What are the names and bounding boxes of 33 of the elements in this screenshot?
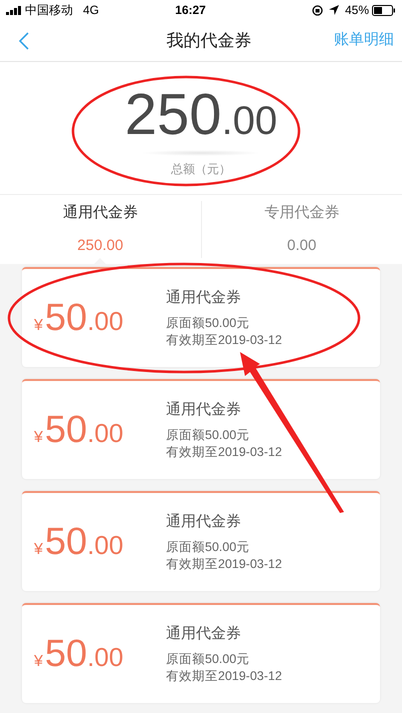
voucher-card[interactable]: ¥50.00 通用代金券 原面额50.00元 有效期至2019-03-12 [22, 603, 380, 703]
voucher-amount: ¥50.00 [33, 523, 124, 561]
voucher-expiry: 有效期至2019-03-12 [166, 444, 282, 462]
voucher-title: 通用代金券 [166, 288, 242, 308]
voucher-amount: ¥50.00 [33, 411, 124, 449]
voucher-expiry: 有效期至2019-03-12 [166, 332, 282, 350]
voucher-card[interactable]: ¥50.00 通用代金券 原面额50.00元 有效期至2019-03-12 [22, 379, 380, 479]
voucher-card[interactable]: ¥50.00 通用代金券 原面额50.00元 有效期至2019-03-12 [22, 267, 380, 367]
voucher-face-value: 原面额50.00元 [166, 651, 250, 668]
signal-icon [6, 6, 22, 14]
total-label: 总额（元） [171, 161, 231, 178]
voucher-tab[interactable]: 通用代金券 250.00 [0, 195, 200, 264]
voucher-expiry: 有效期至2019-03-12 [166, 556, 282, 574]
voucher-title: 通用代金券 [166, 624, 242, 644]
page-title: 我的代金券 [166, 30, 252, 52]
voucher-amount: ¥50.00 [33, 635, 124, 673]
voucher-expiry: 有效期至2019-03-12 [166, 668, 282, 686]
voucher-face-value: 原面额50.00元 [166, 539, 250, 556]
voucher-face-value: 原面额50.00元 [166, 427, 250, 444]
back-icon [18, 32, 29, 50]
network-type: 4G [83, 2, 100, 19]
voucher-tab[interactable]: 专用代金券 0.00 [200, 201, 402, 258]
battery-percent: 45% [344, 2, 369, 19]
voucher-amount: ¥50.00 [33, 299, 124, 337]
location-icon [328, 5, 339, 15]
carrier-name: 中国移动 [25, 2, 73, 19]
battery-icon [372, 4, 396, 16]
total-amount: 250.00 [124, 86, 278, 144]
clock: 16:27 [174, 2, 207, 19]
voucher-title: 通用代金券 [166, 400, 242, 420]
voucher-title: 通用代金券 [166, 512, 242, 532]
voucher-face-value: 原面额50.00元 [166, 315, 250, 332]
voucher-card[interactable]: ¥50.00 通用代金券 原面额50.00元 有效期至2019-03-12 [22, 491, 380, 591]
